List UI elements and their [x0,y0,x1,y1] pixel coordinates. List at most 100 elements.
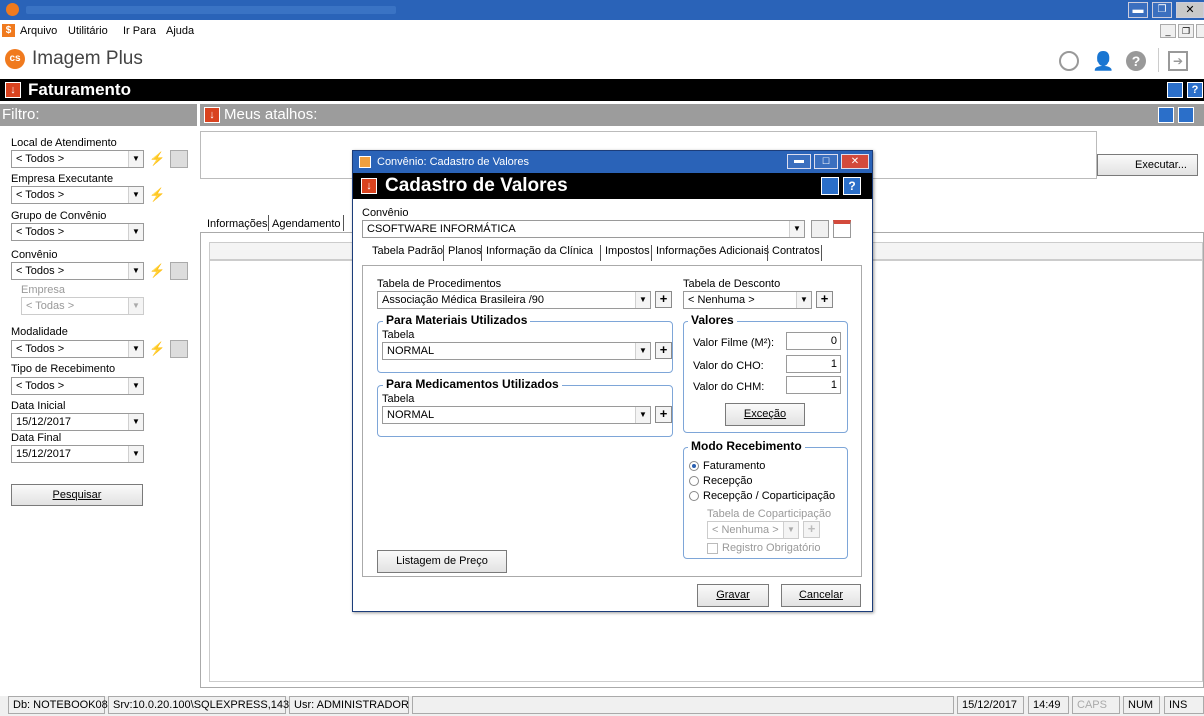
list-icon[interactable] [170,262,188,280]
cop-select[interactable]: < Nenhuma > ▼ [707,521,799,539]
tab-info-clinica[interactable]: Informação da Clínica [486,245,593,257]
excecao-button[interactable]: Exceção [725,403,805,426]
chm-input[interactable]: 1 [786,376,841,394]
status-bar: Db: NOTEBOOK08 Srv:10.0.20.100\SQLEXPRES… [0,696,1204,716]
chevron-down-icon: ▼ [635,407,650,423]
menu-utilitario[interactable]: Utilitário [68,25,108,37]
data-ini-input[interactable]: 15/12/2017 ▼ [11,413,144,431]
mat-tabela-select[interactable]: NORMAL ▼ [382,342,651,360]
dialog-close-icon[interactable]: ✕ [841,154,869,169]
menu-arquivo[interactable]: Arquivo [20,25,57,37]
tab-page: Tabela de Procedimentos Associação Médic… [362,265,862,577]
convenio-edit-icon[interactable] [811,220,829,238]
med-tabela-label: Tabela [382,393,415,405]
dialog-info-icon[interactable] [821,177,839,195]
module-help-icon[interactable]: ? [1187,82,1203,98]
grupo-select[interactable]: < Todos > ▼ [11,223,144,241]
dialog-tabs: Tabela Padrão Planos Informação da Clíni… [372,245,852,265]
globe-icon[interactable] [1059,51,1079,71]
convenio-select[interactable]: < Todos > ▼ [11,262,144,280]
empresa2-label: Empresa [21,284,66,296]
close-window-icon[interactable]: ✕ [1176,2,1204,18]
empresa-select[interactable]: < Todos > ▼ [11,186,144,204]
data-fim-input[interactable]: 15/12/2017 ▼ [11,445,144,463]
dialog-titlebar: Convênio: Cadastro de Valores ▬ ☐ ✕ [353,151,872,173]
registro-label: Registro Obrigatório [722,542,821,554]
dialog-maximize-icon[interactable]: ☐ [814,154,838,169]
dialog-minimize-icon[interactable]: ▬ [787,154,811,169]
chevron-down-icon: ▼ [128,446,143,462]
radio-coparticipacao[interactable] [689,491,699,501]
help-icon[interactable]: ? [1126,51,1146,71]
add-desc-button[interactable]: + [816,291,833,308]
dialog-header-icon: ↓ [361,178,377,194]
convenio-calendar-icon[interactable] [833,220,851,238]
pesquisar-button[interactable]: Pesquisar [11,484,143,506]
shortcuts-min-icon[interactable] [1178,107,1194,123]
convenio-label: Convênio [362,207,409,219]
empresa2-select[interactable]: < Todas > ▼ [21,297,144,315]
mdi-close-icon[interactable] [1196,24,1204,38]
add-mat-button[interactable]: + [655,342,672,359]
radio-recepcao[interactable] [689,476,699,486]
list-icon[interactable] [170,340,188,358]
modalidade-select[interactable]: < Todos > ▼ [11,340,144,358]
status-ins: INS [1164,696,1204,714]
menu-ajuda[interactable]: Ajuda [166,25,194,37]
lightning-icon[interactable]: ⚡ [149,188,165,202]
tab-impostos[interactable]: Impostos [605,245,650,257]
tab-contratos[interactable]: Contratos [772,245,820,257]
chevron-down-icon: ▼ [128,298,143,314]
status-num: NUM [1123,696,1160,714]
restore-window-icon[interactable]: ❐ [1152,2,1172,18]
med-tabela-select[interactable]: NORMAL ▼ [382,406,651,424]
list-icon[interactable] [170,150,188,168]
listagem-button[interactable]: Listagem de Preço [377,550,507,573]
lightning-icon[interactable]: ⚡ [149,342,165,356]
chevron-down-icon: ▼ [128,378,143,394]
dialog-help-icon[interactable]: ? [843,177,861,195]
mdi-restore-icon[interactable]: ❐ [1178,24,1194,38]
grupo-label: Grupo de Convênio [11,210,107,222]
add-med-button[interactable]: + [655,406,672,423]
chevron-down-icon: ▼ [128,224,143,240]
chevron-down-icon: ▼ [128,414,143,430]
tab-agendamento[interactable]: Agendamento [272,218,341,230]
shortcuts-window-icon[interactable] [1158,107,1174,123]
divider [1158,48,1159,72]
tab-informacoes[interactable]: Informações [207,218,268,230]
minimize-window-icon[interactable]: ▬ [1128,2,1148,18]
lightning-icon[interactable]: ⚡ [149,152,165,166]
tab-planos[interactable]: Planos [448,245,482,257]
tab-proc-select[interactable]: Associação Médica Brasileira /90 ▼ [377,291,651,309]
modalidade-label: Modalidade [11,326,68,338]
tab-divider [767,245,768,261]
tab-divider [821,245,822,261]
add-proc-button[interactable]: + [655,291,672,308]
tab-info-adicionais[interactable]: Informações Adicionais [656,245,769,257]
mdi-minimize-icon[interactable]: _ [1160,24,1176,38]
cadastro-dialog: Convênio: Cadastro de Valores ▬ ☐ ✕ ↓ Ca… [352,150,873,612]
cancelar-button[interactable]: Cancelar [781,584,861,607]
radio-faturamento[interactable] [689,461,699,471]
user-icon[interactable]: 👤 [1092,51,1114,71]
cho-input[interactable]: 1 [786,355,841,373]
menu-ir-para[interactable]: Ir Para [123,25,156,37]
executar-button[interactable]: Executar... [1097,154,1198,176]
exit-icon[interactable]: ➔ [1168,51,1188,71]
gravar-button[interactable]: Gravar [697,584,769,607]
filme-input[interactable]: 0 [786,332,841,350]
local-select[interactable]: < Todos > ▼ [11,150,144,168]
add-cop-button[interactable]: + [803,521,820,538]
shortcuts-header: ↓ Meus atalhos: [200,104,1204,126]
tab-desc-select[interactable]: < Nenhuma > ▼ [683,291,812,309]
lightning-icon[interactable]: ⚡ [149,264,165,278]
tab-tabela-padrao[interactable]: Tabela Padrão [372,245,443,257]
module-info-icon[interactable] [1167,82,1183,98]
medicamentos-group-title: Para Medicamentos Utilizados [383,377,562,391]
tipo-select[interactable]: < Todos > ▼ [11,377,144,395]
registro-checkbox[interactable] [707,543,718,554]
convenio-select[interactable]: CSOFTWARE INFORMÁTICA ▼ [362,220,805,238]
materiais-group-title: Para Materiais Utilizados [383,313,531,327]
chevron-down-icon: ▼ [796,292,811,308]
